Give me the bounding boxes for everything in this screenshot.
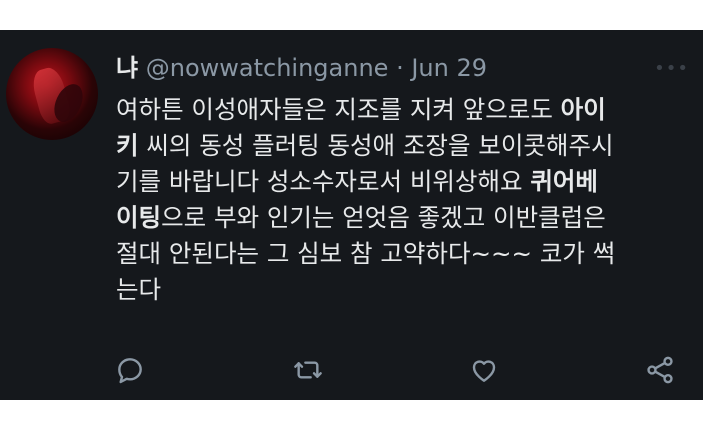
action-bar: [114, 354, 684, 390]
more-dots-icon[interactable]: •••: [654, 58, 689, 79]
tweet-text-segment: 씨의 동성 플러팅 동성애 조장을 보이콧해주시: [138, 131, 614, 160]
tweet-date[interactable]: Jun 29: [411, 54, 487, 82]
user-handle[interactable]: @nowwatchinganne: [146, 54, 389, 82]
tweet-text: 여하튼 이성애자들은 지조를 지켜 앞으로도 아이 키 씨의 동성 플러팅 동성애…: [116, 92, 691, 308]
tweet-text-line: 기를 바랍니다 성소수자로서 비위상해요 퀴어베: [116, 164, 691, 200]
separator-dot: ·: [396, 54, 404, 82]
tweet-text-bold: 아이: [560, 95, 606, 124]
retweet-icon[interactable]: [292, 354, 328, 390]
tweet-text-line: 절대 안된다는 그 심보 참 고약하다~~~ 코가 썩: [116, 236, 691, 272]
tweet-text-segment: 는다: [116, 275, 162, 304]
tweet-text-line: 이팅으로 부와 인기는 얻엇음 좋겠고 이반클럽은: [116, 200, 691, 236]
top-margin: [0, 0, 703, 30]
tweet-card[interactable]: 냐 @nowwatchinganne · Jun 29 ••• 여하튼 이성애자…: [0, 30, 703, 400]
tweet-text-bold: 퀴어베: [530, 167, 598, 196]
tweet-text-segment: 으로 부와 인기는 얻엇음 좋겠고 이반클럽은: [161, 203, 606, 232]
tweet-text-line: 여하튼 이성애자들은 지조를 지켜 앞으로도 아이: [116, 92, 691, 128]
tweet-text-bold: 이팅: [116, 203, 162, 232]
tweet-text-line: 키 씨의 동성 플러팅 동성애 조장을 보이콧해주시: [116, 128, 691, 164]
tweet-text-segment: 절대 안된다는 그 심보 참 고약하다~~~ 코가 썩: [116, 239, 616, 268]
like-icon[interactable]: [468, 354, 504, 390]
share-icon[interactable]: [644, 354, 680, 390]
tweet-text-bold: 키: [116, 131, 139, 160]
display-name[interactable]: 냐: [116, 54, 138, 82]
bottom-margin: [0, 400, 703, 427]
tweet-text-segment: 기를 바랍니다 성소수자로서 비위상해요: [116, 167, 531, 196]
tweet-text-segment: 여하튼 이성애자들은 지조를 지켜 앞으로도: [116, 95, 561, 124]
reply-icon[interactable]: [114, 354, 150, 390]
tweet-text-line: 는다: [116, 272, 691, 308]
tweet-header: 냐 @nowwatchinganne · Jun 29: [116, 52, 487, 84]
avatar[interactable]: [6, 48, 98, 140]
